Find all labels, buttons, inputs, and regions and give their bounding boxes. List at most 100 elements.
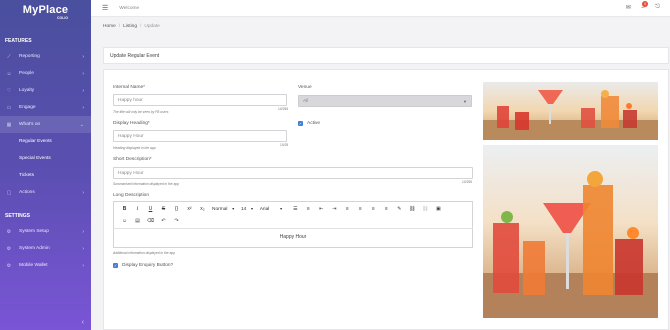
sidebar-item-label: System Admin <box>19 246 50 251</box>
image-icon[interactable]: ▣ <box>432 206 445 212</box>
outdent-icon[interactable]: ⇤ <box>315 206 328 212</box>
short-description-hint: Summarised information displayed in the … <box>113 182 179 186</box>
brand-sub: COLIO <box>56 16 69 20</box>
display-heading-input[interactable]: Happy Hour <box>113 130 287 142</box>
venue-select[interactable]: All ▼ <box>298 95 472 107</box>
short-description-count: 10/255 <box>462 180 473 184</box>
align-center-icon[interactable]: ≡ <box>354 206 367 212</box>
sidebar-item-label: Engage <box>19 105 36 110</box>
table-icon[interactable]: ▤ <box>131 218 144 224</box>
align-left-icon[interactable]: ≡ <box>341 206 354 212</box>
font-size-select[interactable]: 14 ▼ <box>241 207 254 212</box>
superscript-icon[interactable]: x² <box>183 206 196 212</box>
display-heading-count: 10/25 <box>280 143 289 147</box>
eraser-icon[interactable]: ⌫ <box>144 218 157 224</box>
venue-value: All <box>303 98 309 104</box>
align-justify-icon[interactable]: ≡ <box>380 206 393 212</box>
calendar-icon: ▦ <box>6 121 12 128</box>
breadcrumb-home[interactable]: Home <box>103 24 116 29</box>
chevron-right-icon: › <box>82 245 84 252</box>
top-header: ☰ Welcome ✉ ♫ 0 ⎋ <box>91 0 670 17</box>
chevron-right-icon: › <box>82 70 84 77</box>
editor-toolbar-row2: ☺ ▤ ⌫ ↶ ↷ <box>118 218 183 224</box>
chevron-right-icon: › <box>82 262 84 269</box>
enquiry-label: Display Enquiry Button? <box>122 263 174 268</box>
caret-down-icon: ▼ <box>463 98 467 104</box>
sidebar-item-label: Actions <box>19 190 35 195</box>
sidebar-item-mobile-wallet[interactable]: ⚙ Mobile Wallet › <box>0 257 91 274</box>
paragraph-select[interactable]: Normal ▼ <box>212 207 235 212</box>
sidebar-item-engage[interactable]: ▭ Engage › <box>0 99 91 116</box>
people-icon: ☺ <box>6 70 12 77</box>
sidebar-item-whats-on[interactable]: ▦ What's on ⌄ <box>0 116 91 133</box>
link-icon[interactable]: ⛓ <box>406 206 419 212</box>
sidebar-item-label: Reporting <box>19 54 40 59</box>
internal-name-hint: The title will only be seen by FB users <box>113 110 169 114</box>
collapse-sidebar-icon[interactable]: ‹ <box>82 319 84 326</box>
sidebar: MyPlace COLIO FEATURES ⟋ Reporting › ☺ P… <box>0 0 91 330</box>
sidebar-item-system-admin[interactable]: ⚙ System Admin › <box>0 240 91 257</box>
app-logo[interactable]: MyPlace COLIO <box>0 0 91 34</box>
chevron-down-icon: ⌄ <box>79 121 84 128</box>
chevron-right-icon: › <box>82 87 84 94</box>
sidebar-subitem-tickets[interactable]: Tickets <box>0 167 91 184</box>
venue-label: Venue <box>298 85 312 90</box>
breadcrumb-listing[interactable]: Listing <box>123 24 137 29</box>
internal-name-count: 10/255 <box>278 107 289 111</box>
long-description-content[interactable]: Happy Hour <box>113 234 473 240</box>
indent-icon[interactable]: ⇥ <box>328 206 341 212</box>
unlink-icon[interactable]: ⛓ <box>419 206 432 212</box>
redo-icon[interactable]: ↷ <box>170 218 183 224</box>
font-family-value: Arial <box>259 206 270 212</box>
subscript-icon[interactable]: x₂ <box>196 206 209 212</box>
sidebar-item-reporting[interactable]: ⟋ Reporting › <box>0 48 91 65</box>
sidebar-item-people[interactable]: ☺ People › <box>0 65 91 82</box>
short-description-input[interactable]: Happy Hour <box>113 167 473 179</box>
numbered-list-icon[interactable]: ≡ <box>302 206 315 212</box>
align-right-icon[interactable]: ≡ <box>367 206 380 212</box>
code-icon[interactable]: {} <box>170 206 183 212</box>
undo-icon[interactable]: ↶ <box>157 218 170 224</box>
menu-icon[interactable]: ☰ <box>102 4 108 12</box>
settings-heading: SETTINGS <box>5 213 31 219</box>
sidebar-item-label: Mobile Wallet <box>19 263 48 268</box>
sidebar-item-label: System Setup <box>19 229 49 234</box>
caret-down-icon: ▼ <box>279 207 283 211</box>
underline-icon[interactable]: U <box>144 206 157 212</box>
caret-down-icon: ▼ <box>250 207 254 211</box>
display-heading-label: Display Heading* <box>113 121 150 126</box>
page-title: Update Regular Event <box>103 47 669 64</box>
sidebar-item-label: What's on <box>19 122 41 127</box>
mail-icon[interactable]: ✉ <box>626 4 631 11</box>
features-heading: FEATURES <box>5 38 32 44</box>
enquiry-checkbox[interactable]: ✓ Display Enquiry Button? <box>113 263 173 268</box>
sidebar-item-loyalty[interactable]: ♡ Loyalty › <box>0 82 91 99</box>
paragraph-value: Normal <box>212 206 228 212</box>
logout-icon[interactable]: ⎋ <box>655 4 660 11</box>
chevron-right-icon: › <box>82 53 84 60</box>
pen-icon[interactable]: ✎ <box>393 206 406 212</box>
event-main-image <box>483 145 658 318</box>
brand-name: MyPlace <box>22 4 69 16</box>
sidebar-item-actions[interactable]: ▢ Actions › <box>0 184 91 201</box>
font-family-select[interactable]: Arial ▼ <box>260 207 283 212</box>
strikethrough-icon[interactable]: S <box>157 206 170 212</box>
breadcrumb: Home / Listing / Update <box>103 24 160 29</box>
welcome-text: Welcome <box>119 5 140 11</box>
editor-toolbar: B I U S {} x² x₂ Normal ▼ 14 ▼ Arial ▼ ☰ ≡ … <box>118 206 468 212</box>
font-size-value: 14 <box>240 206 247 212</box>
internal-name-input[interactable]: Happy hour <box>113 94 287 106</box>
active-checkbox[interactable]: ✓ Active <box>298 121 320 126</box>
bold-icon[interactable]: B <box>118 206 131 212</box>
notification-badge: 0 <box>642 1 649 7</box>
bullet-list-icon[interactable]: ☰ <box>289 206 302 212</box>
sidebar-subitem-special-events[interactable]: Special Events <box>0 150 91 167</box>
long-description-label: Long Description <box>113 193 149 198</box>
sidebar-item-system-setup[interactable]: ⚙ System Setup › <box>0 223 91 240</box>
emoji-icon[interactable]: ☺ <box>118 218 131 224</box>
sidebar-item-label: People <box>19 71 34 76</box>
notification-bell-icon[interactable]: ♫ 0 <box>641 1 649 11</box>
sidebar-subitem-regular-events[interactable]: Regular Events <box>0 133 91 150</box>
italic-icon[interactable]: I <box>131 207 144 212</box>
gear-icon: ⚙ <box>6 245 12 252</box>
